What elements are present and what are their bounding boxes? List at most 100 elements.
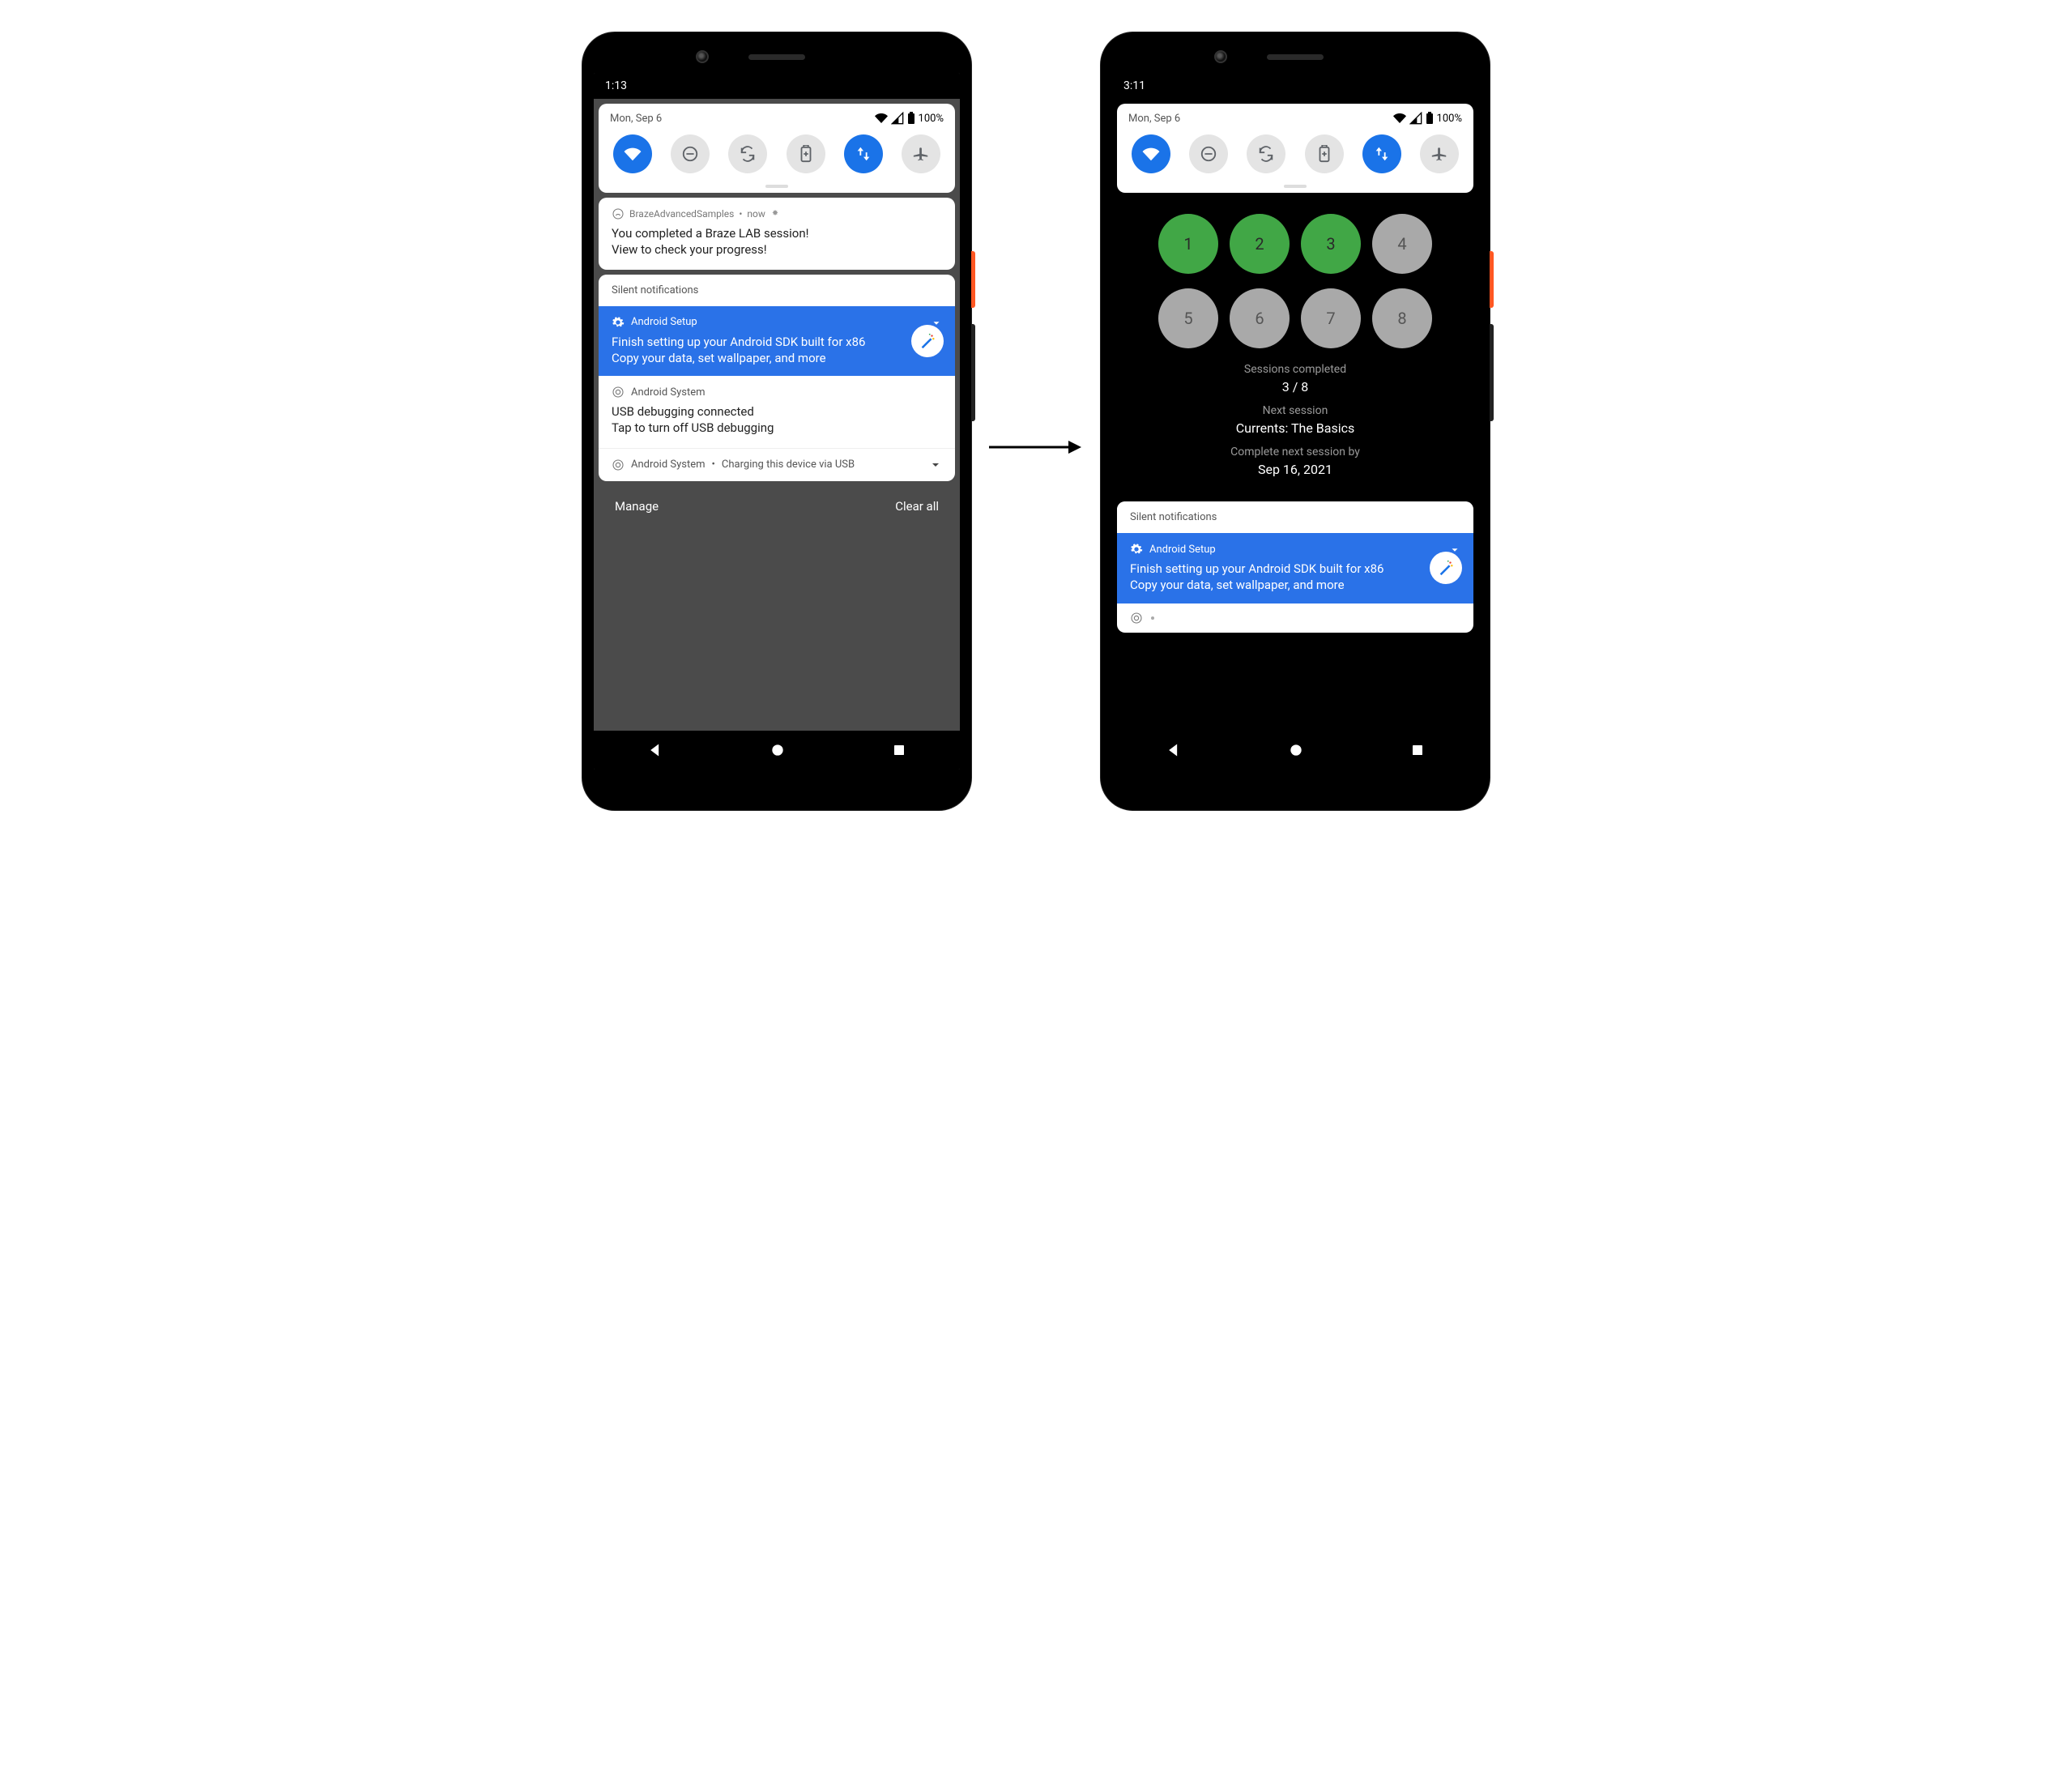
due-value: Sep 16, 2021: [1125, 462, 1465, 477]
system-icon: [612, 458, 625, 471]
setup-header: Android Setup: [631, 316, 697, 328]
silent-notifications-group: Silent notifications Android Setup Finis…: [599, 275, 955, 481]
alert-icon: [770, 209, 780, 219]
chevron-down-icon[interactable]: [929, 458, 942, 471]
status-icons: 100%: [1393, 112, 1462, 125]
back-button[interactable]: [647, 742, 663, 758]
drag-handle[interactable]: [765, 185, 788, 188]
notification-time: now: [747, 208, 765, 220]
compact-text: Charging this device via USB: [722, 458, 855, 471]
qs-tile-data[interactable]: [1362, 134, 1401, 173]
status-icons: 100%: [875, 112, 944, 125]
phone-right: 3:11 Mon, Sep 6 100% 1234: [1101, 32, 1490, 810]
system-icon: [612, 386, 625, 399]
screen: 1:13 Mon, Sep 6 100%: [594, 73, 960, 770]
collapsed-notification[interactable]: [1117, 603, 1473, 633]
front-camera: [1214, 50, 1227, 63]
qs-tile-battery-saver[interactable]: [1305, 134, 1344, 173]
qs-tile-data[interactable]: [844, 134, 883, 173]
overview-button[interactable]: [892, 743, 906, 757]
dot: •: [712, 458, 715, 471]
system-line2: Tap to turn off USB debugging: [612, 420, 942, 436]
notification-charging[interactable]: Android System • Charging this device vi…: [599, 449, 955, 481]
system-header: Android System: [631, 386, 706, 399]
front-camera: [696, 50, 709, 63]
manage-button[interactable]: Manage: [615, 499, 659, 514]
notification-shade[interactable]: Mon, Sep 6 100% BrazeAdvancedSamples •: [594, 99, 960, 731]
setup-line2: Copy your data, set wallpaper, and more: [1130, 577, 1415, 593]
speaker-grille: [748, 54, 805, 60]
sessions-completed-label: Sessions completed: [1125, 363, 1465, 376]
phone-left: 1:13 Mon, Sep 6 100%: [582, 32, 971, 810]
system-line1: USB debugging connected: [612, 403, 942, 420]
notification-android-setup[interactable]: Android Setup Finish setting up your And…: [599, 306, 955, 377]
home-button[interactable]: [770, 742, 786, 758]
qs-tile-wifi[interactable]: [613, 134, 652, 173]
qs-tile-airplane[interactable]: [902, 134, 940, 173]
session-bubble-2: 2: [1230, 214, 1290, 274]
progress-notification[interactable]: 1234 5678 Sessions completed 3 / 8 Next …: [1117, 198, 1473, 497]
home-button[interactable]: [1288, 742, 1304, 758]
session-bubble-3: 3: [1301, 214, 1361, 274]
qs-tile-battery-saver[interactable]: [787, 134, 825, 173]
qs-tile-wifi[interactable]: [1132, 134, 1170, 173]
wifi-icon: [1393, 112, 1406, 125]
session-bubble-7: 7: [1301, 288, 1361, 348]
wifi-icon: [875, 112, 888, 125]
qs-date: Mon, Sep 6: [610, 113, 662, 125]
screen: 3:11 Mon, Sep 6 100% 1234: [1112, 73, 1478, 770]
due-label: Complete next session by: [1125, 446, 1465, 458]
session-bubble-8: 8: [1372, 288, 1432, 348]
drag-handle[interactable]: [1284, 185, 1307, 188]
next-session-value: Currents: The Basics: [1125, 420, 1465, 436]
notification-usb-debugging[interactable]: Android System USB debugging connected T…: [599, 376, 955, 448]
compact-app: Android System: [631, 458, 706, 471]
system-icon: [1130, 612, 1143, 625]
silent-label: Silent notifications: [1117, 501, 1473, 533]
magic-wand-icon: [1430, 552, 1462, 584]
clear-all-button[interactable]: Clear all: [895, 499, 939, 514]
qs-tile-airplane[interactable]: [1420, 134, 1459, 173]
signal-icon: [1409, 112, 1422, 125]
status-clock: 3:11: [1123, 79, 1145, 92]
qs-tile-dnd[interactable]: [671, 134, 710, 173]
battery-percent: 100%: [1437, 113, 1462, 125]
battery-percent: 100%: [919, 113, 944, 125]
notification-android-setup[interactable]: Android Setup Finish setting up your And…: [1117, 533, 1473, 603]
arrow-icon: [987, 437, 1085, 460]
sessions-completed-value: 3 / 8: [1125, 379, 1465, 395]
session-bubble-1: 1: [1158, 214, 1218, 274]
setup-line1: Finish setting up your Android SDK built…: [1130, 561, 1415, 577]
quick-settings-panel: Mon, Sep 6 100%: [1117, 104, 1473, 193]
navigation-bar: [1112, 731, 1478, 770]
setup-line1: Finish setting up your Android SDK built…: [612, 334, 897, 350]
navigation-bar: [594, 731, 960, 770]
notification-line1: You completed a Braze LAB session!: [612, 225, 942, 241]
silent-notifications-group: Silent notifications Android Setup Finis…: [1117, 501, 1473, 633]
gear-icon: [612, 316, 625, 329]
signal-icon: [891, 112, 904, 125]
status-bar: 3:11: [1112, 73, 1478, 99]
status-bar: 1:13: [594, 73, 960, 99]
notification-braze[interactable]: BrazeAdvancedSamples • now You completed…: [599, 198, 955, 270]
session-bubble-5: 5: [1158, 288, 1218, 348]
setup-line2: Copy your data, set wallpaper, and more: [612, 350, 897, 366]
qs-date: Mon, Sep 6: [1128, 113, 1180, 125]
session-bubble-4: 4: [1372, 214, 1432, 274]
qs-tile-rotate[interactable]: [728, 134, 767, 173]
app-icon: [612, 207, 625, 220]
notification-shade[interactable]: Mon, Sep 6 100% 1234 5678 Sessions compl…: [1112, 99, 1478, 731]
session-bubble-6: 6: [1230, 288, 1290, 348]
status-clock: 1:13: [605, 79, 627, 92]
silent-label: Silent notifications: [599, 275, 955, 306]
battery-icon: [907, 112, 915, 125]
gear-icon: [1130, 543, 1143, 556]
qs-tile-dnd[interactable]: [1189, 134, 1228, 173]
qs-tile-rotate[interactable]: [1247, 134, 1285, 173]
magic-wand-icon: [911, 325, 944, 357]
dot: •: [739, 208, 742, 220]
overview-button[interactable]: [1410, 743, 1425, 757]
quick-settings-panel: Mon, Sep 6 100%: [599, 104, 955, 193]
back-button[interactable]: [1166, 742, 1182, 758]
battery-icon: [1426, 112, 1434, 125]
